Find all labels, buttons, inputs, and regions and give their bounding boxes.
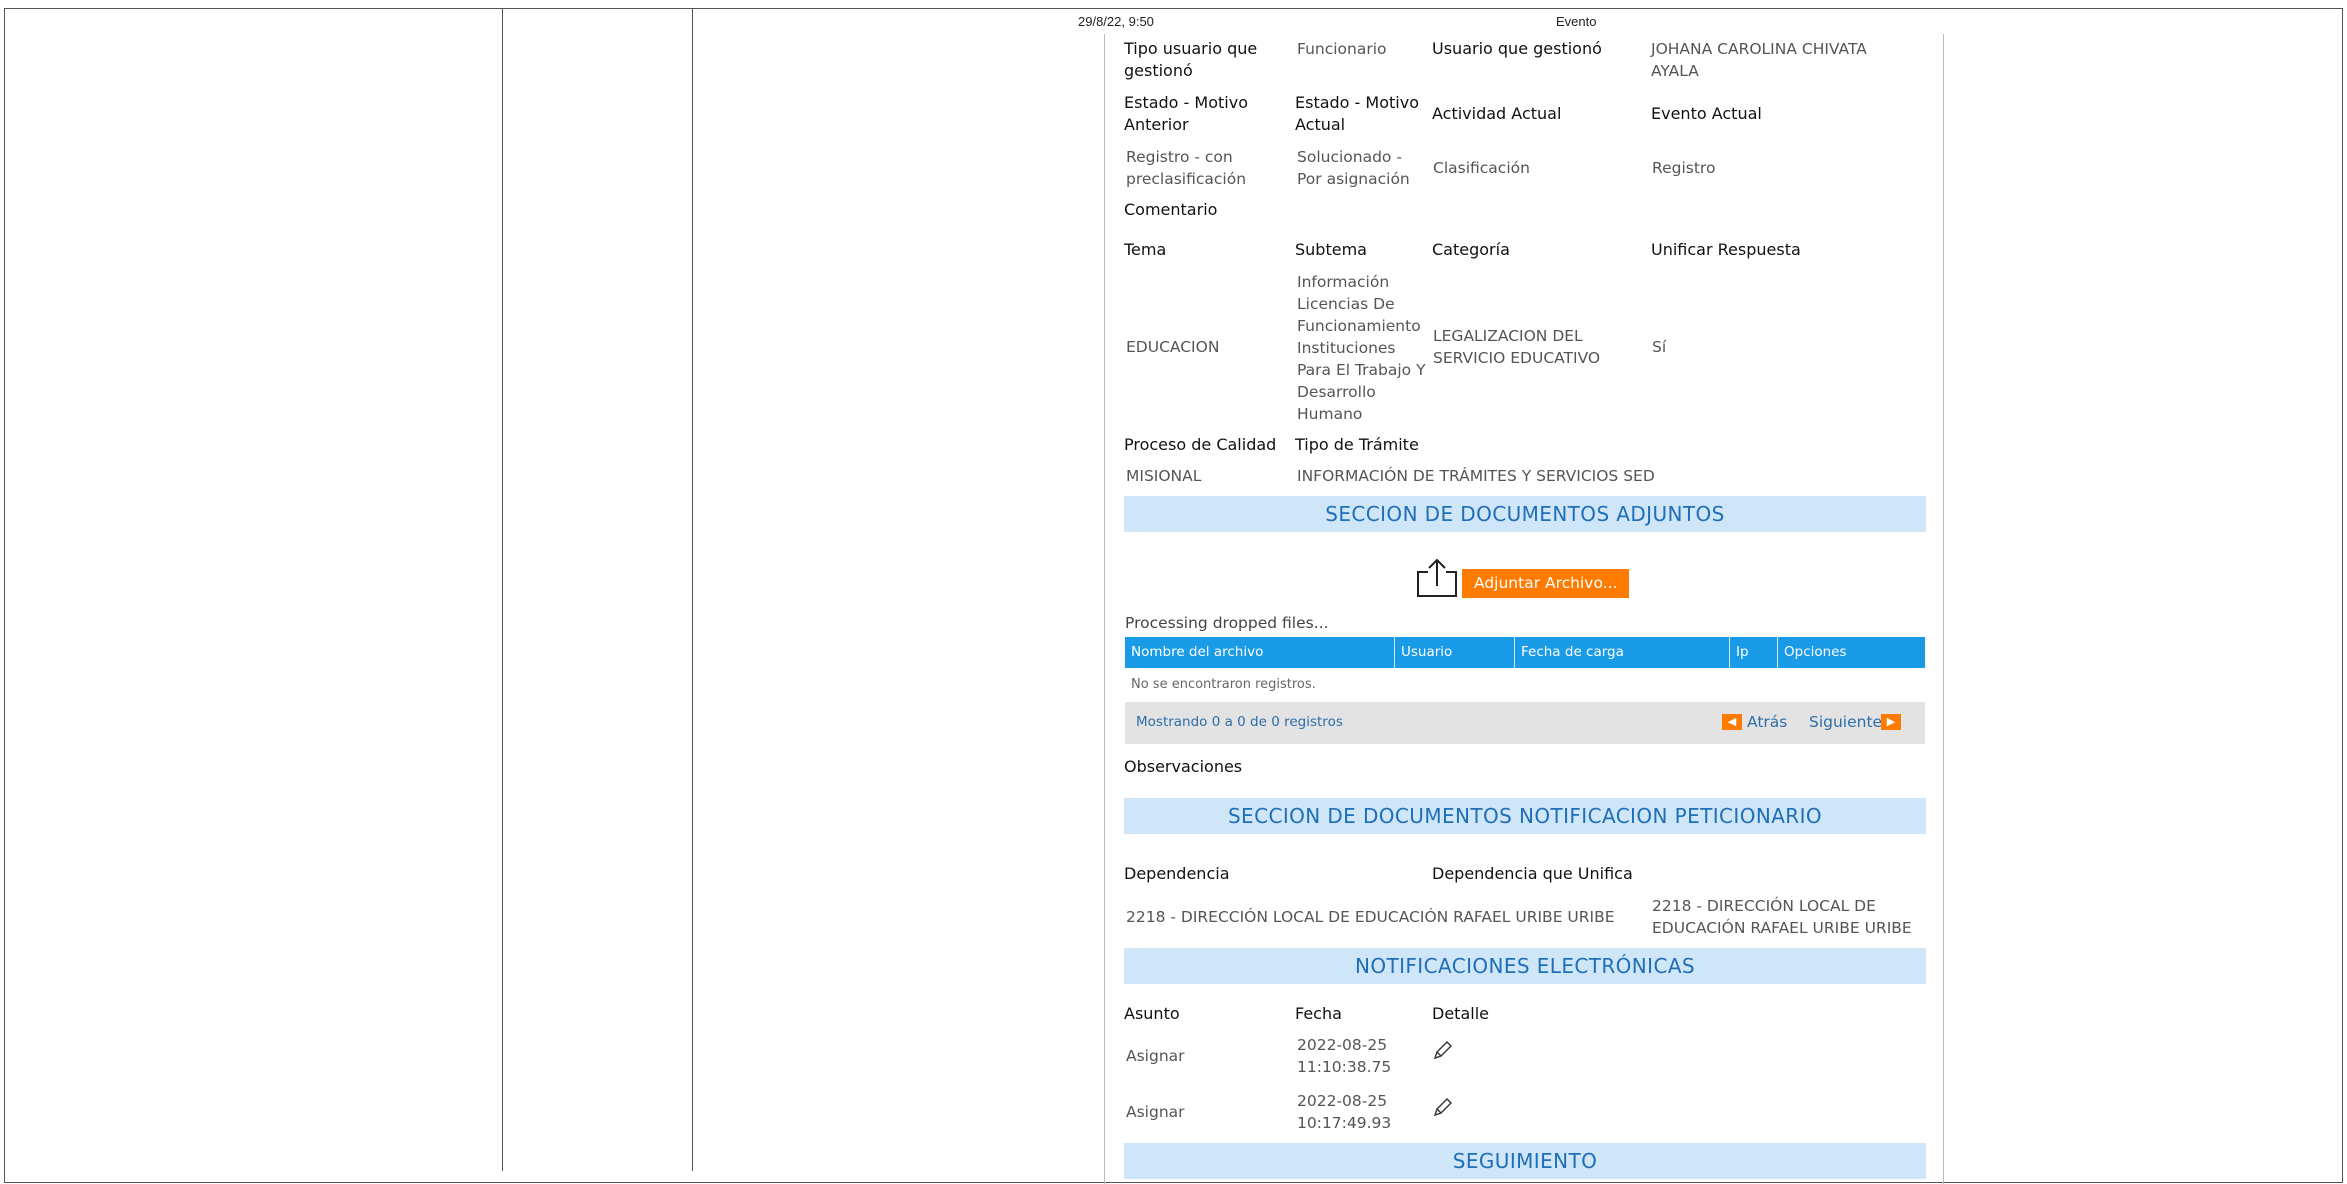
actividad-actual-label: Actividad Actual <box>1432 104 1562 123</box>
column-ip[interactable]: Ip <box>1730 637 1778 668</box>
subtema-value: Información Licencias De Funcionamiento … <box>1297 273 1426 423</box>
usuario-gestiono-value: JOHANA CAROLINA CHIVATA AYALA <box>1651 40 1867 80</box>
event-panel <box>1104 34 1944 1184</box>
triangle-left-icon[interactable]: ◀ <box>1722 714 1742 730</box>
subtema-label: Subtema <box>1295 240 1367 259</box>
dependencia-unifica-value: 2218 - DIRECCIÓN LOCAL DE EDUCACIÓN RAFA… <box>1652 897 1912 937</box>
unificar-value: Sí <box>1652 338 1667 356</box>
tipo-tramite-label: Tipo de Trámite <box>1295 435 1419 454</box>
tipo-usuario-value: Funcionario <box>1297 40 1387 58</box>
categoria-label: Categoría <box>1432 240 1510 259</box>
dependencia-unifica-label: Dependencia que Unifica <box>1432 864 1633 883</box>
upload-icon[interactable] <box>1416 556 1458 598</box>
column-opciones[interactable]: Opciones <box>1778 637 1925 668</box>
actividad-actual-value: Clasificación <box>1433 159 1530 177</box>
section-notificaciones-electronicas: NOTIFICACIONES ELECTRÓNICAS <box>1124 948 1926 984</box>
pencil-icon[interactable] <box>1431 1040 1453 1062</box>
tema-value: EDUCACION <box>1126 338 1220 356</box>
files-table-header: Nombre del archivo Usuario Fecha de carg… <box>1125 637 1925 668</box>
usuario-gestiono-label: Usuario que gestionó <box>1432 39 1602 58</box>
asunto-label: Asunto <box>1124 1004 1180 1023</box>
processing-status: Processing dropped files... <box>1125 614 1329 632</box>
print-title: Evento <box>1556 14 1597 29</box>
proceso-label: Proceso de Calidad <box>1124 435 1277 454</box>
estado-actual-value: Solucionado - Por asignación <box>1297 148 1410 188</box>
notificacion-fecha: 2022-08-25 11:10:38.75 <box>1297 1036 1392 1076</box>
section-documentos-adjuntos: SECCION DE DOCUMENTOS ADJUNTOS <box>1124 496 1926 532</box>
triangle-right-icon[interactable]: ▶ <box>1881 714 1901 730</box>
column-nombre-archivo[interactable]: Nombre del archivo <box>1125 637 1395 668</box>
records-info: Mostrando 0 a 0 de 0 registros <box>1136 714 1343 730</box>
notificacion-fecha: 2022-08-25 10:17:49.93 <box>1297 1092 1392 1132</box>
section-notificacion-peticionario: SECCION DE DOCUMENTOS NOTIFICACION PETIC… <box>1124 798 1926 834</box>
dependencia-value: 2218 - DIRECCIÓN LOCAL DE EDUCACIÓN RAFA… <box>1126 908 1615 926</box>
column-divider <box>692 8 693 1171</box>
column-fecha-carga[interactable]: Fecha de carga <box>1515 637 1730 668</box>
observaciones-label: Observaciones <box>1124 757 1243 776</box>
unificar-label: Unificar Respuesta <box>1651 240 1801 259</box>
column-usuario[interactable]: Usuario <box>1395 637 1515 668</box>
prev-page-link[interactable]: Atrás <box>1747 713 1787 731</box>
no-records-message: No se encontraron registros. <box>1131 677 1316 692</box>
notificacion-asunto: Asignar <box>1126 1047 1185 1065</box>
detalle-label: Detalle <box>1432 1004 1489 1023</box>
section-seguimiento: SEGUIMIENTO <box>1124 1143 1926 1179</box>
tipo-tramite-value: INFORMACIÓN DE TRÁMITES Y SERVICIOS SED <box>1297 467 1655 485</box>
fecha-label: Fecha <box>1295 1004 1342 1023</box>
categoria-value: LEGALIZACION DEL SERVICIO EDUCATIVO <box>1433 327 1601 367</box>
estado-anterior-value: Registro - con preclasificación <box>1126 148 1247 188</box>
proceso-value: MISIONAL <box>1126 467 1202 485</box>
attach-file-button[interactable]: Adjuntar Archivo... <box>1462 569 1630 598</box>
dependencia-label: Dependencia <box>1124 864 1230 883</box>
estado-anterior-label: Estado - Motivo Anterior <box>1124 93 1248 134</box>
tema-label: Tema <box>1124 240 1167 259</box>
comentario-label: Comentario <box>1124 200 1218 219</box>
evento-actual-value: Registro <box>1652 159 1716 177</box>
next-page-link[interactable]: Siguiente <box>1809 713 1882 731</box>
pencil-icon[interactable] <box>1431 1097 1453 1119</box>
tipo-usuario-label: Tipo usuario que gestionó <box>1124 39 1258 80</box>
column-divider <box>502 8 503 1171</box>
print-date: 29/8/22, 9:50 <box>1078 14 1154 29</box>
notificacion-asunto: Asignar <box>1126 1103 1185 1121</box>
estado-actual-label: Estado - Motivo Actual <box>1295 93 1419 134</box>
evento-actual-label: Evento Actual <box>1651 104 1762 123</box>
